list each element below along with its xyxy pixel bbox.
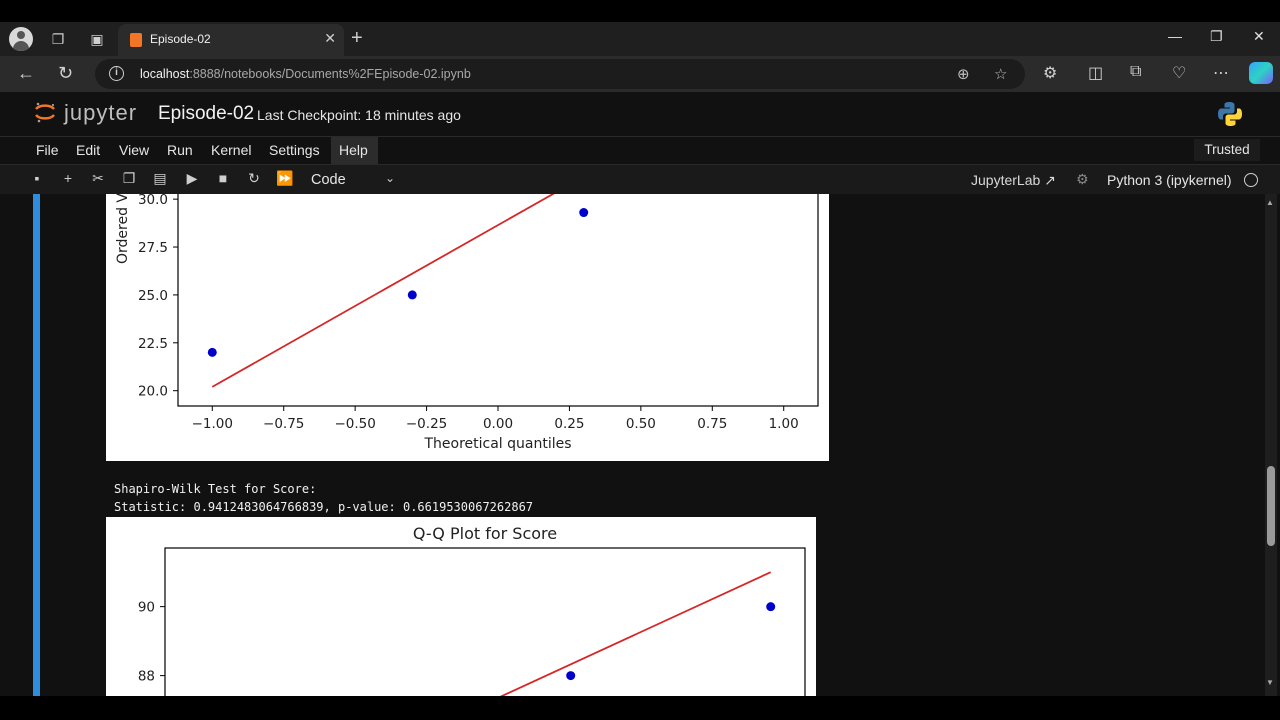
jupyter-header: jupyter Episode-02 Last Checkpoint: 18 m… [0,92,1280,136]
profile-avatar[interactable] [9,27,33,51]
fit-line [499,571,772,696]
notebook-title[interactable]: Episode-02 [158,103,254,125]
browser-tab[interactable]: Episode-02 ✕ [118,24,344,56]
address-bar[interactable]: i localhost:8888/notebooks/Documents%2FE… [95,59,1025,89]
reload-icon[interactable]: ↻ [58,63,73,84]
menu-edit[interactable]: Edit [76,142,100,158]
menu-kernel[interactable]: Kernel [211,142,251,158]
tab-close-icon[interactable]: ✕ [324,30,336,47]
scroll-down-icon[interactable]: ▼ [1266,678,1274,687]
run-icon[interactable]: ▶ [183,170,201,187]
x-tick-label-4: 0.00 [483,416,513,432]
split-screen-icon[interactable]: ◫ [1088,63,1103,83]
menu-run[interactable]: Run [167,142,193,158]
chart-title: Q-Q Plot for Score [413,524,557,543]
paste-icon[interactable]: ▤ [151,170,169,187]
favorite-star-icon[interactable]: ☆ [994,65,1007,83]
x-tick-label-5: 0.25 [554,416,584,432]
jupyter-logo-icon[interactable] [34,101,56,123]
kernel-status-icon [1244,173,1258,187]
scroll-up-icon[interactable]: ▲ [1266,198,1274,207]
kernel-gear-icon: ⚙ [1076,171,1089,187]
jupyterlab-link[interactable]: JupyterLab ↗ [971,172,1056,189]
left-rail [0,194,22,696]
x-axis-label: Theoretical quantiles [423,436,571,452]
minimize-icon[interactable]: — [1168,28,1182,44]
stdout-line-2: Statistic: 0.9412483064766839, p-value: … [114,500,534,514]
screen-frame-bottom [0,696,1280,720]
zoom-icon[interactable]: ⊕ [957,65,970,83]
y-tick-label-4: 30.0 [138,194,168,208]
x-tick-label-7: 0.75 [697,416,727,432]
python-logo-icon [1218,102,1242,126]
fit-line [211,194,555,388]
info-icon[interactable]: i [109,66,124,81]
jupyter-wordmark[interactable]: jupyter [64,100,137,126]
back-arrow-icon[interactable]: ← [17,63,35,84]
new-tab-icon[interactable]: + [351,28,363,48]
x-tick-label-3: −0.25 [406,416,447,432]
y-tick-label-3: 27.5 [138,240,168,256]
y-tick-label-1: 90 [138,600,155,616]
collections-icon[interactable]: ⧉ [1130,63,1141,81]
cell-type-select[interactable]: Code [311,172,346,188]
y-tick-label-2: 25.0 [138,288,168,304]
cut-icon[interactable]: ✂ [89,170,107,187]
y-tick-label-0: 88 [138,669,155,685]
x-tick-label-8: 1.00 [769,416,799,432]
browser-tab-strip: ❐ ▣ Episode-02 ✕ + — ❐ ✕ [0,22,1280,56]
y-axis-label: Ordered V [115,194,131,264]
copilot-icon[interactable] [1249,62,1273,84]
stdout-line-1: Shapiro-Wilk Test for Score: [114,482,317,496]
kernel-name[interactable]: Python 3 (ipykernel) [1107,172,1232,188]
x-tick-label-0: −1.00 [192,416,233,432]
screen-frame-top [0,0,1280,22]
qq-plot-2: Q-Q Plot for Score 88 90 [106,517,816,696]
health-icon[interactable]: ♡ [1172,63,1186,83]
insert-cell-icon[interactable]: + [59,170,77,186]
data-point-1 [766,602,776,612]
qq-plot-1-svg: 20.0 22.5 25.0 27.5 30.0 −1.00 −0.75 −0.50 −0.25… [115,194,819,452]
active-cell-indicator[interactable] [33,194,40,696]
data-point-1 [407,290,417,300]
data-point-0 [207,347,217,357]
x-tick-label-2: −0.50 [334,416,375,432]
extensions-icon[interactable]: ⚙ [1043,63,1057,83]
checkpoint-status: Last Checkpoint: 18 minutes ago [257,107,461,123]
url-text[interactable]: localhost:8888/notebooks/Documents%2FEpi… [140,67,471,81]
y-tick-label-0: 20.0 [138,384,168,400]
restart-run-all-icon[interactable]: ⏩ [276,170,294,187]
notebook-toolbar: ▪ + ✂ ❐ ▤ ▶ ■ ↻ ⏩ Code ⌄ JupyterLab ↗ ⚙ … [0,164,1280,194]
restart-icon[interactable]: ↻ [245,170,263,187]
workspaces-icon[interactable]: ❐ [49,30,67,48]
scrollbar[interactable] [1265,194,1277,696]
restore-icon[interactable]: ❐ [1210,28,1223,45]
menu-help[interactable]: Help [339,142,368,158]
y-tick-label-1: 22.5 [138,336,168,352]
notebook-favicon-icon [130,33,142,47]
x-tick-label-6: 0.50 [626,416,656,432]
scrollbar-thumb[interactable] [1267,466,1275,546]
axes-frame [164,547,806,696]
qq-plot-1: 20.0 22.5 25.0 27.5 30.0 −1.00 −0.75 −0.50 −0.25… [106,194,829,461]
qq-plot-2-svg: Q-Q Plot for Score 88 90 [138,524,806,696]
data-point-2 [579,208,589,218]
browser-toolbar: ← ↻ i localhost:8888/notebooks/Documents… [0,56,1280,92]
x-tick-label-1: −0.75 [263,416,304,432]
menu-bar: File Edit View Run Kernel Settings Help … [0,136,1280,165]
more-icon[interactable]: ⋯ [1213,63,1229,83]
save-icon[interactable]: ▪ [28,170,46,186]
close-window-icon[interactable]: ✕ [1253,28,1265,45]
menu-file[interactable]: File [36,142,59,158]
menu-view[interactable]: View [119,142,149,158]
menu-settings[interactable]: Settings [269,142,320,158]
trusted-badge[interactable]: Trusted [1194,139,1260,161]
tab-title: Episode-02 [150,32,211,46]
notebook-area[interactable]: 20.0 22.5 25.0 27.5 30.0 −1.00 −0.75 −0.50 −0.25… [0,194,1280,696]
stop-icon[interactable]: ■ [214,170,232,186]
data-point-0 [566,671,576,681]
copy-icon[interactable]: ❐ [120,170,138,187]
chevron-down-icon[interactable]: ⌄ [385,171,395,185]
tab-actions-icon[interactable]: ▣ [88,30,106,48]
